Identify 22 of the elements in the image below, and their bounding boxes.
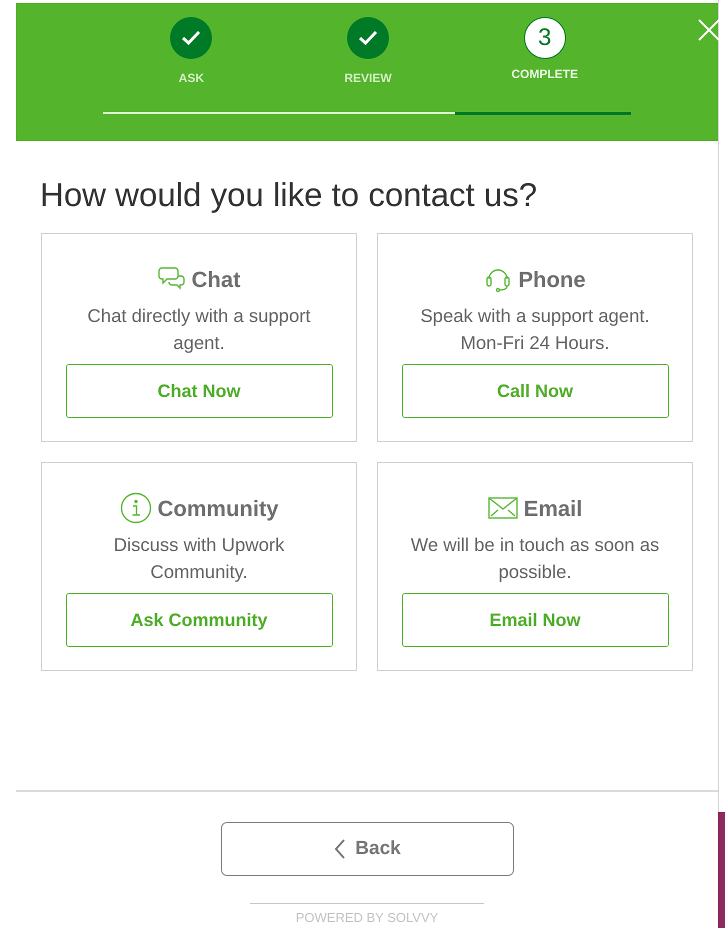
card-description: Chat directly with a support agent. (86, 304, 312, 354)
page-heading: How would you like to contact us? (40, 175, 538, 215)
card-title: Email (524, 494, 582, 523)
envelope-icon (488, 497, 518, 520)
contact-button[interactable]: Chat Now (66, 364, 332, 418)
card-description: We will be in touch as soon as possible. (410, 533, 660, 584)
card-description: Speak with a support agent. Mon-Fri 24 Hours. (419, 304, 651, 354)
card-title: Community (158, 494, 278, 523)
info-circle-icon (120, 492, 152, 524)
chevron-left-icon (334, 839, 346, 860)
back-button[interactable]: Back (221, 822, 514, 876)
powered-by-text: POWERED BY SOLVVY (296, 910, 438, 926)
step-label: COMPLETE (511, 66, 578, 83)
contact-button[interactable]: Email Now (402, 593, 668, 648)
step-label: REVIEW (344, 70, 392, 87)
contact-button[interactable]: Call Now (402, 364, 668, 418)
card-title: Chat (192, 266, 240, 294)
step-label: ASK (178, 70, 204, 87)
contact-button[interactable]: Ask Community (66, 593, 332, 648)
card-description: Discuss with Upwork Community. (112, 533, 286, 584)
step-number: 3 (524, 17, 566, 59)
card-title: Phone (518, 266, 586, 294)
